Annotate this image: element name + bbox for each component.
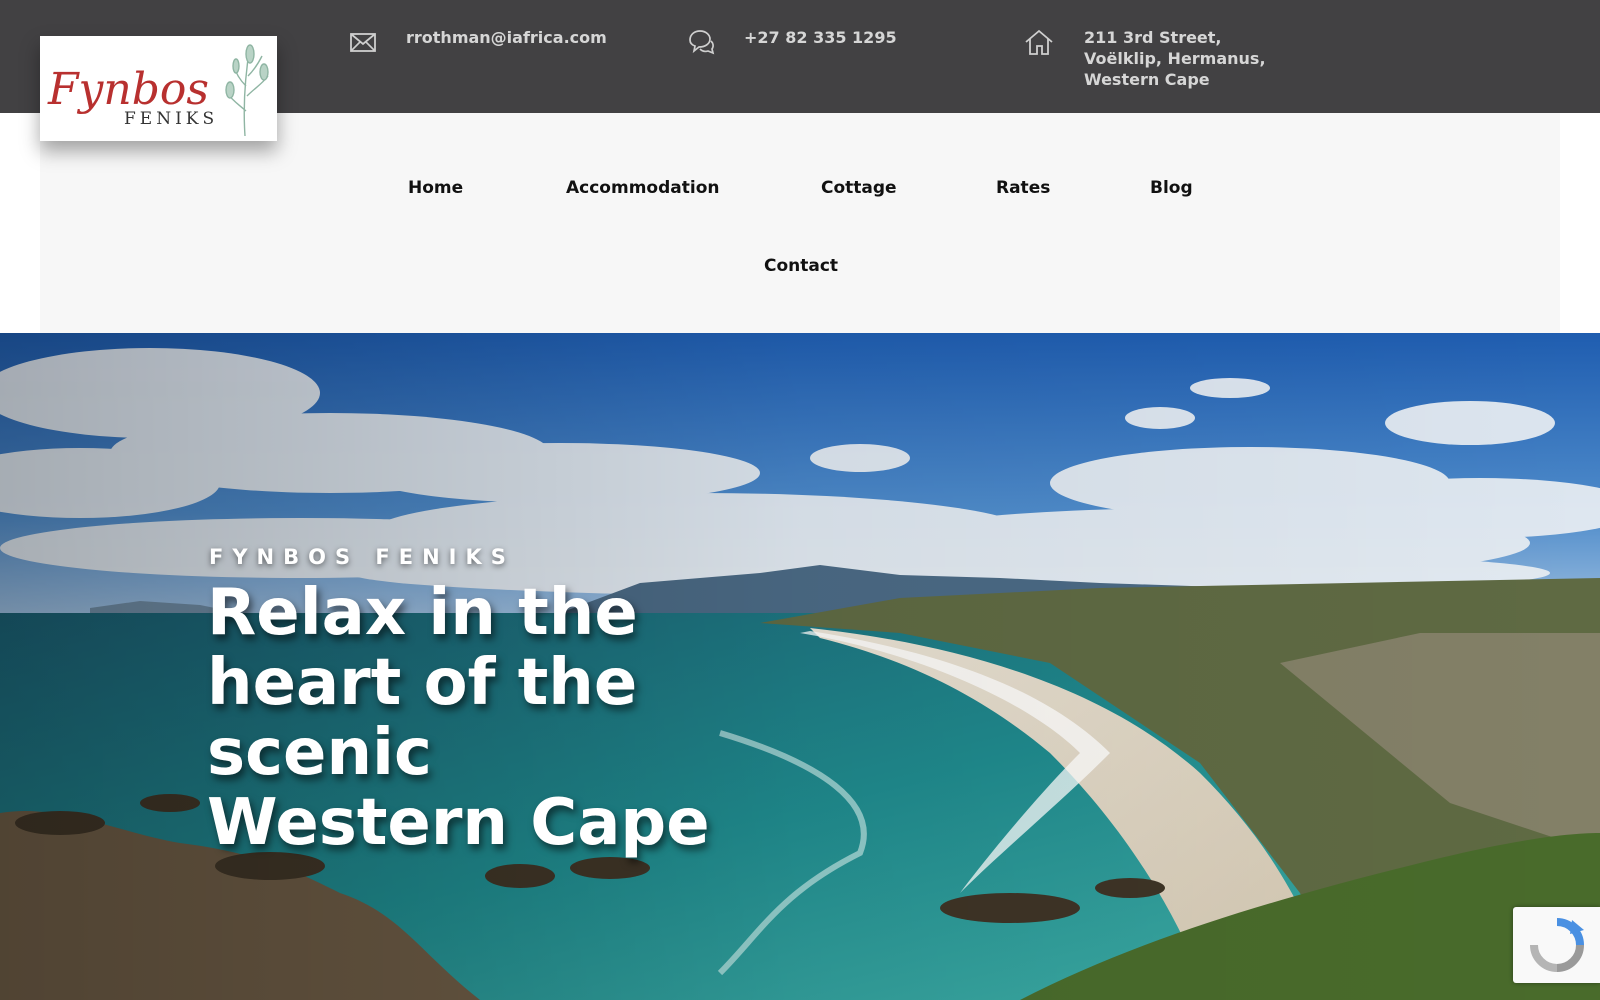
- address-contact: 211 3rd Street, Voëlklip, Hermanus, West…: [1024, 27, 1266, 90]
- address-text: 211 3rd Street, Voëlklip, Hermanus, West…: [1084, 27, 1266, 90]
- site-logo[interactable]: Fynbos FENIKS: [40, 36, 277, 141]
- email-contact[interactable]: rrothman@iafrica.com: [348, 27, 607, 57]
- nav-contact[interactable]: Contact: [764, 256, 838, 276]
- phone-number[interactable]: +27 82 335 1295: [744, 27, 897, 48]
- envelope-icon: [350, 33, 376, 52]
- hero-kicker: FYNBOS FENIKS: [209, 545, 515, 569]
- nav-accommodation[interactable]: Accommodation: [566, 178, 719, 198]
- chat-bubbles-icon: [689, 30, 715, 55]
- nav-blog[interactable]: Blog: [1150, 178, 1193, 198]
- nav-rates[interactable]: Rates: [996, 178, 1050, 198]
- headline-line: Western Cape: [207, 786, 710, 860]
- headline-line: Relax in the: [207, 576, 638, 650]
- address-line: 211 3rd Street,: [1084, 28, 1222, 47]
- email-link[interactable]: rrothman@iafrica.com: [406, 27, 607, 48]
- headline-line: scenic: [207, 716, 432, 790]
- nav-home[interactable]: Home: [408, 178, 463, 198]
- fynbos-plant-icon: [225, 44, 269, 137]
- recaptcha-badge[interactable]: [1513, 907, 1600, 983]
- hero-headline: Relax in the heart of the scenic Western…: [207, 578, 767, 858]
- recaptcha-icon: [1529, 918, 1584, 972]
- hero-banner: FYNBOS FENIKS Relax in the heart of the …: [0, 333, 1600, 1000]
- logo-subtext: FENIKS: [124, 109, 218, 129]
- house-icon: [1025, 29, 1053, 55]
- logo-graphic: Fynbos FENIKS: [47, 44, 269, 137]
- address-line: Western Cape: [1084, 70, 1210, 89]
- nav-cottage[interactable]: Cottage: [821, 178, 897, 198]
- address-line: Voëlklip, Hermanus,: [1084, 49, 1266, 68]
- main-navigation: Home Accommodation Cottage Rates Blog Co…: [40, 113, 1560, 333]
- phone-contact[interactable]: +27 82 335 1295: [686, 27, 897, 57]
- logo-script: Fynbos: [47, 64, 209, 115]
- headline-line: heart of the: [207, 646, 638, 720]
